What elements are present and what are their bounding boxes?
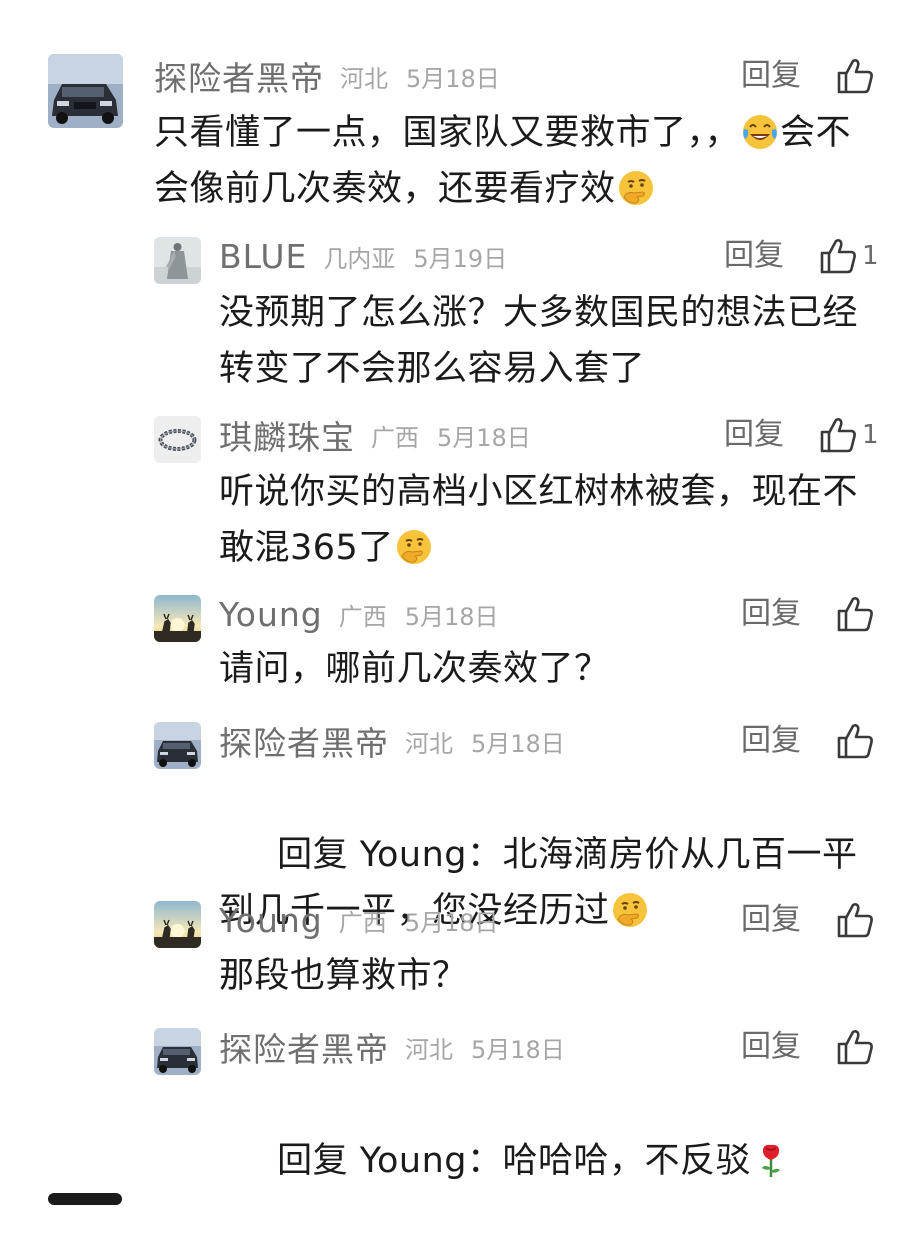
date-label: 5月18日 bbox=[406, 64, 500, 93]
reply-button[interactable]: 回复 bbox=[741, 591, 801, 637]
like-count: 1 bbox=[862, 241, 879, 271]
comment-text-segment: 没预期了怎么涨？大多数国民的想法已经转变了不会那么容易入套了 bbox=[219, 293, 859, 389]
comment-meta: 探险者黑帝 河北 5月18日 bbox=[219, 718, 565, 764]
username[interactable]: 探险者黑帝 bbox=[154, 52, 324, 100]
avatar-suv[interactable] bbox=[154, 722, 201, 769]
like-button[interactable] bbox=[835, 1024, 879, 1070]
thumbs-up-icon bbox=[837, 59, 873, 94]
comment-text: 请问，哪前几次奏效了？ bbox=[219, 641, 884, 697]
thumbs-up-icon bbox=[837, 1030, 873, 1065]
comment-text: 回复 Young：哈哈哈，不反驳 bbox=[219, 1077, 884, 1245]
username[interactable]: 琪麟珠宝 bbox=[219, 411, 355, 459]
avatar-suv[interactable] bbox=[48, 54, 123, 128]
date-label: 5月18日 bbox=[471, 729, 565, 758]
date-label: 5月18日 bbox=[404, 908, 499, 937]
reply-button[interactable]: 回复 bbox=[741, 718, 801, 764]
date-label: 5月19日 bbox=[413, 244, 508, 273]
like-button[interactable] bbox=[835, 591, 879, 637]
username[interactable]: 探险者黑帝 bbox=[219, 1023, 389, 1071]
comment-text-segment: 那段也算救市？ bbox=[219, 956, 468, 996]
thumbs-up-icon bbox=[837, 597, 873, 632]
thinking-hand-emoji bbox=[611, 891, 649, 929]
thumbs-up-icon bbox=[837, 903, 873, 938]
username[interactable]: 探险者黑帝 bbox=[219, 717, 389, 765]
comment-text-segment: 只看懂了一点，国家队又要救市了，， bbox=[154, 113, 741, 153]
reply-button[interactable]: 回复 bbox=[724, 412, 784, 458]
comment-text-segment: 听说你买的高档小区红树林被套，现在不敢混365了 bbox=[219, 472, 859, 568]
reply-button[interactable]: 回复 bbox=[741, 53, 801, 99]
like-count: 1 bbox=[862, 420, 879, 450]
username[interactable]: Young bbox=[219, 595, 323, 634]
location-label: 河北 bbox=[340, 64, 388, 93]
like-button[interactable] bbox=[835, 718, 879, 764]
comment-text-segment: 请问，哪前几次奏效了？ bbox=[219, 649, 610, 689]
username[interactable]: Young bbox=[219, 901, 323, 940]
date-label: 5月18日 bbox=[437, 423, 531, 452]
comment-meta: 探险者黑帝 河北 5月18日 bbox=[154, 53, 500, 99]
reply-button[interactable]: 回复 bbox=[741, 897, 801, 943]
thumbs-up-icon bbox=[820, 239, 856, 274]
comment-meta: Young 广西 5月18日 bbox=[219, 897, 499, 943]
location-label: 广西 bbox=[338, 908, 387, 937]
like-button[interactable]: 1 bbox=[818, 233, 879, 279]
comment-meta: 琪麟珠宝 广西 5月18日 bbox=[219, 412, 531, 458]
avatar-bracelet[interactable] bbox=[154, 416, 201, 463]
username[interactable]: BLUE bbox=[219, 237, 307, 276]
bottom-edge-element bbox=[48, 1193, 122, 1205]
comment-meta: BLUE 几内亚 5月19日 bbox=[219, 233, 507, 279]
comment-text: 没预期了怎么涨？大多数国民的想法已经转变了不会那么容易入套了 bbox=[219, 285, 879, 397]
tears-of-joy-emoji bbox=[741, 113, 779, 151]
reply-button[interactable]: 回复 bbox=[741, 1024, 801, 1070]
comment-text: 听说你买的高档小区红树林被套，现在不敢混365了 bbox=[219, 464, 884, 576]
thumbs-up-icon bbox=[837, 724, 873, 759]
thinking-hand-emoji bbox=[617, 169, 655, 207]
like-button[interactable] bbox=[835, 53, 879, 99]
location-label: 广西 bbox=[371, 423, 419, 452]
location-label: 河北 bbox=[405, 729, 453, 758]
date-label: 5月18日 bbox=[471, 1035, 565, 1064]
comment-meta: 探险者黑帝 河北 5月18日 bbox=[219, 1024, 565, 1070]
reply-button[interactable]: 回复 bbox=[724, 233, 784, 279]
avatar-deer-sunset[interactable] bbox=[154, 595, 201, 642]
comment-meta: Young 广西 5月18日 bbox=[219, 591, 499, 637]
rose-emoji bbox=[752, 1141, 790, 1179]
like-button[interactable] bbox=[835, 897, 879, 943]
comment-text: 只看懂了一点，国家队又要救市了，， 会不会像前几次奏效，还要看疗效 bbox=[154, 105, 874, 217]
avatar-suv[interactable] bbox=[154, 1028, 201, 1075]
location-label: 广西 bbox=[338, 602, 387, 631]
thinking-hand-emoji bbox=[395, 528, 433, 566]
avatar-figure[interactable] bbox=[154, 237, 201, 284]
location-label: 河北 bbox=[405, 1035, 453, 1064]
avatar-deer-sunset[interactable] bbox=[154, 901, 201, 948]
comment-text-segment: 回复 Young：哈哈哈，不反驳 bbox=[265, 1141, 751, 1181]
like-button[interactable]: 1 bbox=[818, 412, 879, 458]
date-label: 5月18日 bbox=[404, 602, 499, 631]
comment-text: 那段也算救市？ bbox=[219, 948, 884, 1004]
thumbs-up-icon bbox=[820, 418, 856, 453]
location-label: 几内亚 bbox=[323, 244, 396, 273]
